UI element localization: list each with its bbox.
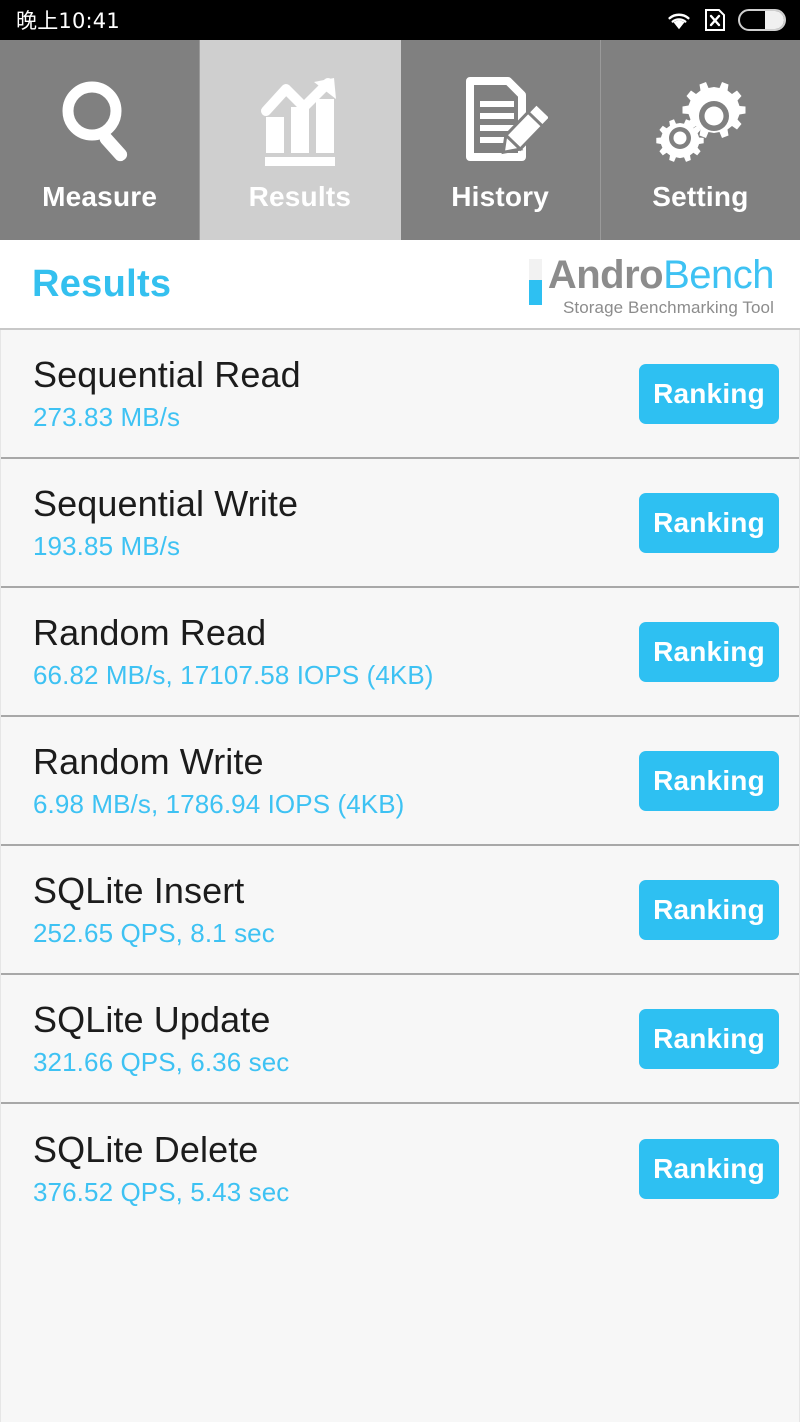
logo-accent-bar [528, 258, 542, 305]
table-row[interactable]: SQLite Insert 252.65 QPS, 8.1 sec Rankin… [1, 846, 799, 975]
row-text-group: Random Write 6.98 MB/s, 1786.94 IOPS (4K… [33, 741, 404, 821]
row-text-group: SQLite Update 321.66 QPS, 6.36 sec [33, 999, 289, 1079]
table-row[interactable]: SQLite Delete 376.52 QPS, 5.43 sec Ranki… [1, 1104, 799, 1233]
tab-measure[interactable]: Measure [0, 40, 201, 240]
ranking-button[interactable]: Ranking [639, 363, 779, 424]
result-name: Sequential Read [33, 353, 301, 395]
no-sim-icon [704, 8, 726, 32]
tab-label-results: Results [248, 181, 352, 212]
result-value: 252.65 QPS, 8.1 sec [33, 917, 275, 948]
page-header: Results AndroBench Storage Benchmarking … [0, 240, 800, 330]
result-name: SQLite Delete [33, 1128, 259, 1170]
ranking-button[interactable]: Ranking [639, 621, 779, 682]
row-text-group: Random Read 66.82 MB/s, 17107.58 IOPS (4… [33, 612, 434, 692]
logo-subtitle: Storage Benchmarking Tool [562, 297, 774, 317]
result-name: SQLite Update [33, 998, 271, 1040]
tab-label-setting: Setting [652, 181, 749, 212]
result-name: Sequential Write [33, 482, 299, 524]
row-text-group: Sequential Write 193.85 MB/s [33, 483, 298, 563]
logo-wordmark: AndroBench [547, 252, 775, 297]
table-row[interactable]: Random Write 6.98 MB/s, 1786.94 IOPS (4K… [1, 717, 799, 846]
table-row[interactable]: Sequential Write 193.85 MB/s Ranking [1, 459, 799, 588]
status-bar: 晚上10:41 [0, 0, 800, 40]
table-row[interactable]: Sequential Read 273.83 MB/s Ranking [1, 330, 799, 459]
table-row[interactable]: Random Read 66.82 MB/s, 17107.58 IOPS (4… [1, 588, 799, 717]
result-name: SQLite Insert [33, 869, 245, 911]
bar-chart-arrow-icon [252, 71, 348, 171]
result-value: 6.98 MB/s, 1786.94 IOPS (4KB) [33, 788, 405, 819]
logo-text-group: AndroBench Storage Benchmarking Tool [547, 252, 775, 318]
gears-icon [652, 71, 748, 171]
tab-label-history: History [451, 181, 550, 212]
tab-setting[interactable]: Setting [600, 40, 800, 240]
ranking-button[interactable]: Ranking [639, 1138, 779, 1199]
table-row[interactable]: SQLite Update 321.66 QPS, 6.36 sec Ranki… [1, 975, 799, 1104]
result-value: 376.52 QPS, 5.43 sec [33, 1176, 290, 1207]
result-value: 321.66 QPS, 6.36 sec [33, 1046, 290, 1077]
androbench-logo: AndroBench Storage Benchmarking Tool [528, 251, 775, 318]
ranking-button[interactable]: Ranking [639, 1008, 779, 1069]
tab-results[interactable]: Results [200, 40, 401, 240]
results-list: Sequential Read 273.83 MB/s Ranking Sequ… [0, 330, 800, 1422]
logo-andro: Andro [547, 252, 664, 297]
logo-bench: Bench [663, 252, 774, 297]
result-value: 273.83 MB/s [33, 401, 181, 432]
ranking-button[interactable]: Ranking [639, 750, 779, 811]
battery-icon [738, 8, 786, 32]
wifi-icon [666, 10, 692, 30]
page-title: Results [32, 262, 172, 305]
tab-label-measure: Measure [42, 181, 158, 212]
result-name: Random Write [33, 740, 264, 782]
result-value: 193.85 MB/s [33, 530, 181, 561]
tab-history[interactable]: History [400, 40, 601, 240]
result-value: 66.82 MB/s, 17107.58 IOPS (4KB) [33, 659, 434, 690]
document-pencil-icon [452, 71, 549, 171]
main-tab-bar: Measure Results History Setting [0, 40, 800, 240]
row-text-group: Sequential Read 273.83 MB/s [33, 354, 301, 434]
magnifier-icon [52, 71, 148, 171]
ranking-button[interactable]: Ranking [639, 492, 779, 553]
result-name: Random Read [33, 611, 267, 653]
row-text-group: SQLite Delete 376.52 QPS, 5.43 sec [33, 1129, 289, 1209]
androbench-app: 晚上10:41 Measure Results History Setting … [0, 0, 800, 1422]
status-icon-group [666, 8, 786, 32]
row-text-group: SQLite Insert 252.65 QPS, 8.1 sec [33, 870, 275, 950]
ranking-button[interactable]: Ranking [639, 879, 779, 940]
status-clock: 晚上10:41 [16, 9, 120, 33]
